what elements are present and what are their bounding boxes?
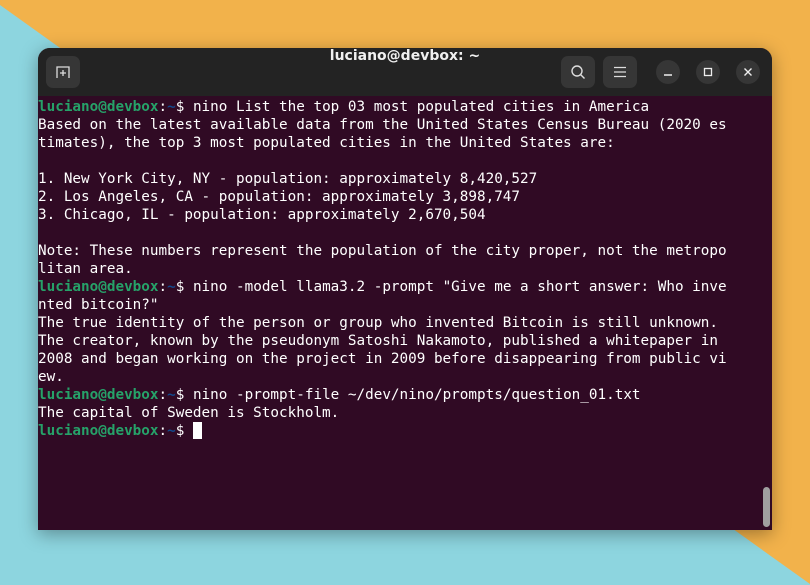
prompt-symbol: $ [175,279,193,295]
output-line: nted bitcoin?" [38,297,159,313]
output-line: 3. Chicago, IL - population: approximate… [38,207,486,223]
prompt-separator: : [158,279,168,295]
output-line: Based on the latest available data from … [38,117,727,133]
output-line: litan area. [38,261,133,277]
output-line: The capital of Sweden is Stockholm. [38,405,340,421]
search-icon [571,65,585,79]
output-line: 2. Los Angeles, CA - population: approxi… [38,189,521,205]
prompt-user-host: luciano@devbox [38,279,159,295]
minimize-button[interactable] [656,60,680,84]
output-line: timates), the top 3 most populated citie… [38,135,615,151]
prompt-line: luciano@devbox:~$ [38,422,768,440]
hamburger-menu-icon [614,66,626,78]
prompt-path: ~ [167,423,176,439]
menu-button[interactable] [603,56,637,88]
prompt-separator: : [158,387,168,403]
prompt-user-host: luciano@devbox [38,387,159,403]
output-line: The true identity of the person or group… [38,315,718,331]
prompt-symbol: $ [175,99,193,115]
close-button[interactable] [736,60,760,84]
terminal-output[interactable]: luciano@devbox:~$ nino List the top 03 m… [38,98,768,440]
prompt-symbol: $ [175,423,193,439]
scrollbar-thumb[interactable] [763,487,770,527]
prompt-separator: : [158,423,168,439]
close-icon [744,68,752,76]
prompt-path: ~ [167,279,176,295]
prompt-user-host: luciano@devbox [38,99,159,115]
title-bar: luciano@devbox: ~ [38,48,772,96]
output-line: Note: These numbers represent the popula… [38,243,727,259]
command-text: nino List the top 03 most populated citi… [192,99,650,115]
minimize-icon [664,74,672,76]
prompt-separator: : [158,99,168,115]
prompt-line: luciano@devbox:~$ nino -model llama3.2 -… [38,278,768,296]
text-cursor [192,422,202,439]
output-line: 1. New York City, NY - population: appro… [38,171,538,187]
prompt-symbol: $ [175,387,193,403]
maximize-button[interactable] [696,60,720,84]
maximize-icon [703,67,713,77]
terminal-window: luciano@devbox: ~ luciano@devbox:~$ nino… [38,48,772,530]
prompt-path: ~ [167,99,176,115]
new-tab-button[interactable] [46,56,80,88]
output-line: ew. [38,369,64,385]
prompt-user-host: luciano@devbox [38,423,159,439]
search-button[interactable] [561,56,595,88]
new-tab-icon [56,66,70,78]
output-line: 2008 and began working on the project in… [38,351,727,367]
prompt-line: luciano@devbox:~$ nino -prompt-file ~/de… [38,386,768,404]
command-text: nino -model llama3.2 -prompt "Give me a … [192,279,727,295]
command-text: nino -prompt-file ~/dev/nino/prompts/que… [192,387,641,403]
prompt-path: ~ [167,387,176,403]
prompt-line: luciano@devbox:~$ nino List the top 03 m… [38,98,768,116]
output-line: The creator, known by the pseudonym Sato… [38,333,718,349]
